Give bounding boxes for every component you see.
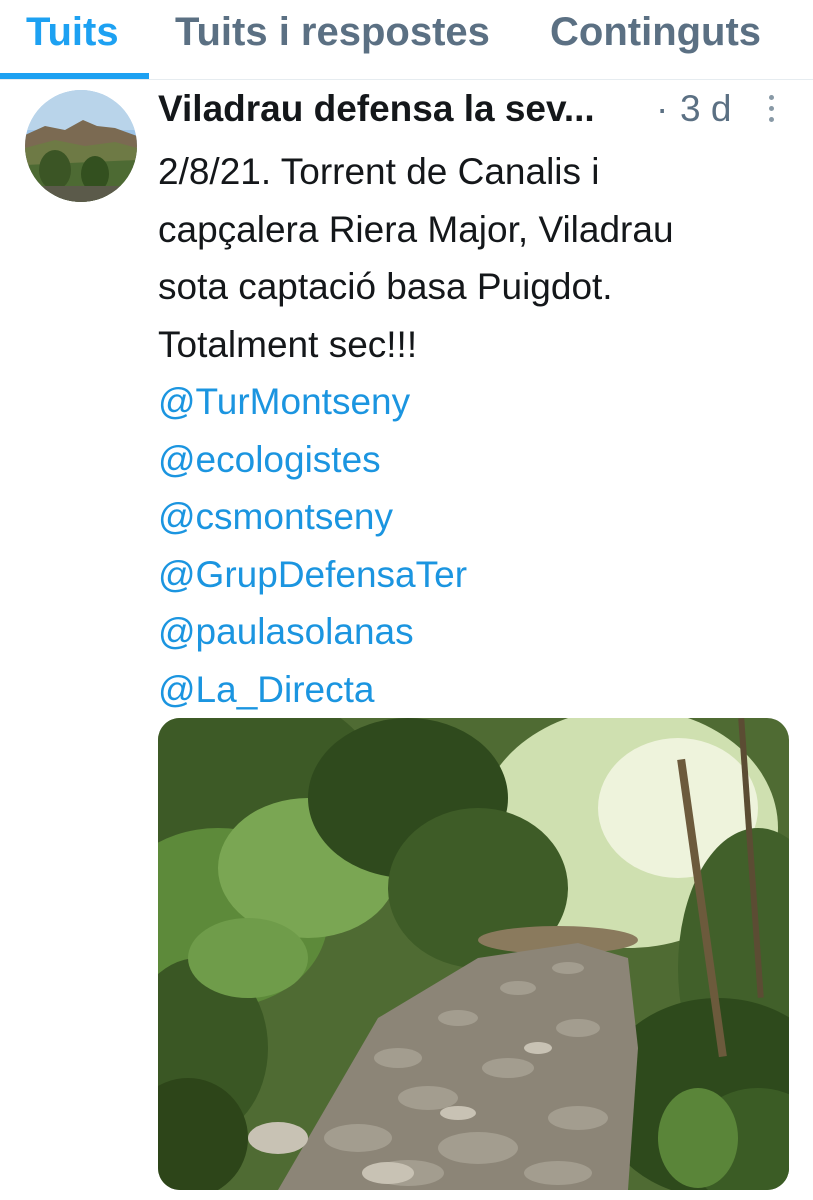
tab-continguts[interactable]: Continguts xyxy=(550,10,761,55)
avatar[interactable] xyxy=(25,90,137,202)
tweet-text-line: 2/8/21. Torrent de Canalis i xyxy=(158,151,600,192)
mention-link[interactable]: @TurMontseny xyxy=(158,373,798,431)
avatar-image xyxy=(25,90,137,202)
tab-tuits-i-respostes[interactable]: Tuits i respostes xyxy=(175,10,490,55)
header-separator: · xyxy=(656,88,669,129)
active-tab-indicator xyxy=(0,73,149,79)
dry-riverbed-photo xyxy=(158,718,789,1190)
mention-link[interactable]: @paulasolanas xyxy=(158,603,798,661)
mention-link[interactable]: @ecologistes xyxy=(158,431,798,489)
tab-tuits[interactable]: Tuits xyxy=(26,10,119,55)
tweet-timestamp[interactable]: 3 d xyxy=(680,88,731,130)
tweet-text-line: capçalera Riera Major, Viladrau xyxy=(158,208,674,250)
mention-link[interactable]: @csmontseny xyxy=(158,488,798,546)
tweet-text: 2/8/21. Torrent de Canalis i capçalera R… xyxy=(158,143,798,718)
mention-link[interactable]: @GrupDefensaTer xyxy=(158,546,798,604)
mention-link[interactable]: @La_Directa xyxy=(158,661,798,719)
more-vertical-icon[interactable] xyxy=(763,95,779,125)
profile-tabs: Tuits Tuits i respostes Continguts xyxy=(0,0,813,80)
tweet-text-line: Totalment sec!!! xyxy=(158,323,418,365)
tweet-text-line: sota captació basa Puigdot. xyxy=(158,266,613,307)
author-name[interactable]: Viladrau defensa la sev... xyxy=(158,88,595,130)
tweet-photo[interactable] xyxy=(158,718,789,1190)
